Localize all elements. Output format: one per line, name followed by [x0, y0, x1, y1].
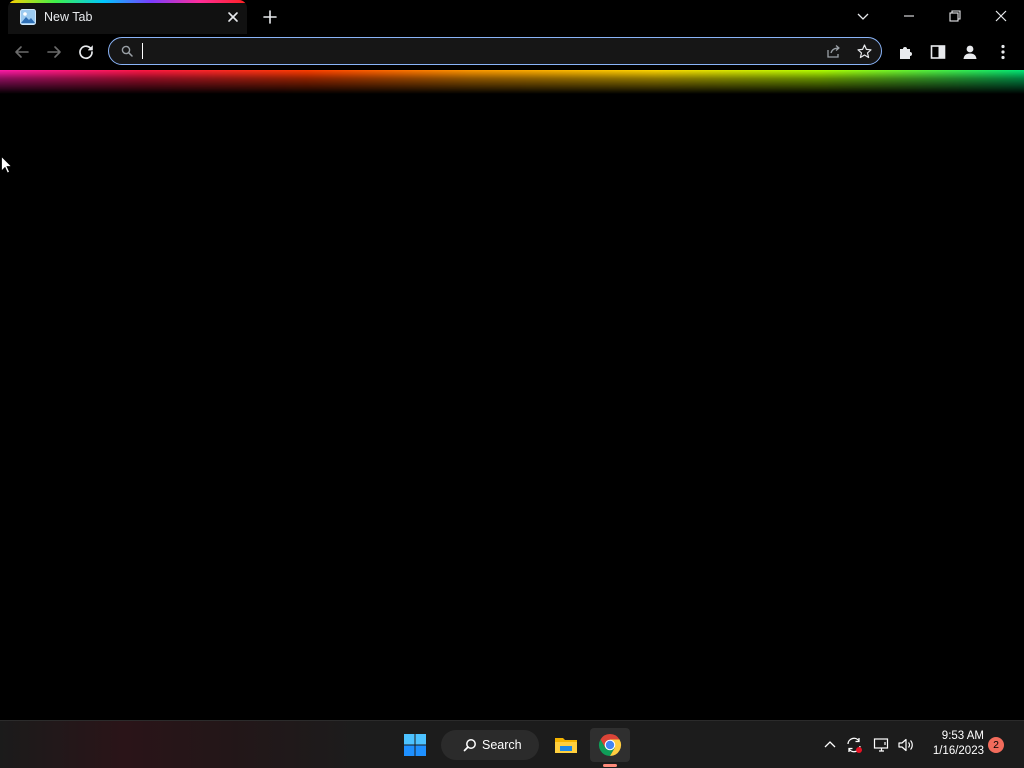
- reload-icon[interactable]: [77, 43, 95, 61]
- browser-toolbar: [0, 34, 1024, 70]
- new-tab-page[interactable]: [0, 94, 1024, 720]
- theme-rainbow-glow: [0, 70, 1024, 94]
- taskbar-clock[interactable]: 9:53 AM 1/16/2023: [922, 729, 984, 759]
- volume-icon[interactable]: [897, 736, 915, 754]
- chevron-down-icon[interactable]: [854, 7, 872, 25]
- minimize-icon[interactable]: [900, 7, 918, 25]
- clock-date: 1/16/2023: [932, 745, 984, 757]
- taskbar-app-chrome[interactable]: [590, 728, 630, 767]
- profile-icon[interactable]: [961, 43, 979, 61]
- address-bar[interactable]: [108, 37, 882, 65]
- back-arrow-icon[interactable]: [13, 43, 31, 61]
- taskbar-search-button[interactable]: Search: [441, 730, 539, 760]
- close-window-icon[interactable]: [992, 7, 1010, 25]
- sync-icon[interactable]: [845, 736, 863, 754]
- search-icon: [463, 738, 477, 752]
- more-menu-icon[interactable]: [994, 43, 1012, 61]
- plus-icon[interactable]: [262, 9, 278, 25]
- bookmark-star-icon[interactable]: [857, 44, 872, 59]
- taskbar-search-label: Search: [482, 738, 522, 752]
- close-icon[interactable]: [226, 10, 240, 24]
- omnibox-input[interactable]: [141, 41, 801, 61]
- search-icon: [121, 45, 133, 57]
- tab-rainbow-accent: [8, 0, 247, 3]
- forward-arrow-icon[interactable]: [45, 43, 63, 61]
- active-app-indicator: [603, 764, 617, 767]
- tab-title: New Tab: [44, 10, 93, 24]
- clock-time: 9:53 AM: [941, 730, 984, 742]
- notification-count-badge[interactable]: 2: [988, 737, 1004, 753]
- extensions-icon[interactable]: [897, 43, 915, 61]
- tab-new-tab[interactable]: New Tab: [8, 0, 247, 34]
- windows-start-icon[interactable]: [403, 733, 427, 757]
- windows-taskbar: Search 9:53 AM 1/16/2023 2: [0, 720, 1024, 768]
- text-cursor: [142, 43, 143, 59]
- share-icon[interactable]: [826, 44, 841, 59]
- show-hidden-icons-chevron[interactable]: [821, 736, 839, 754]
- mouse-pointer-icon: [1, 156, 12, 174]
- network-icon[interactable]: [873, 736, 891, 754]
- restore-icon[interactable]: [946, 7, 964, 25]
- tab-strip: New Tab: [0, 0, 1024, 34]
- taskbar-app-file-explorer[interactable]: [546, 728, 586, 762]
- image-icon: [20, 9, 36, 25]
- side-panel-icon[interactable]: [929, 43, 947, 61]
